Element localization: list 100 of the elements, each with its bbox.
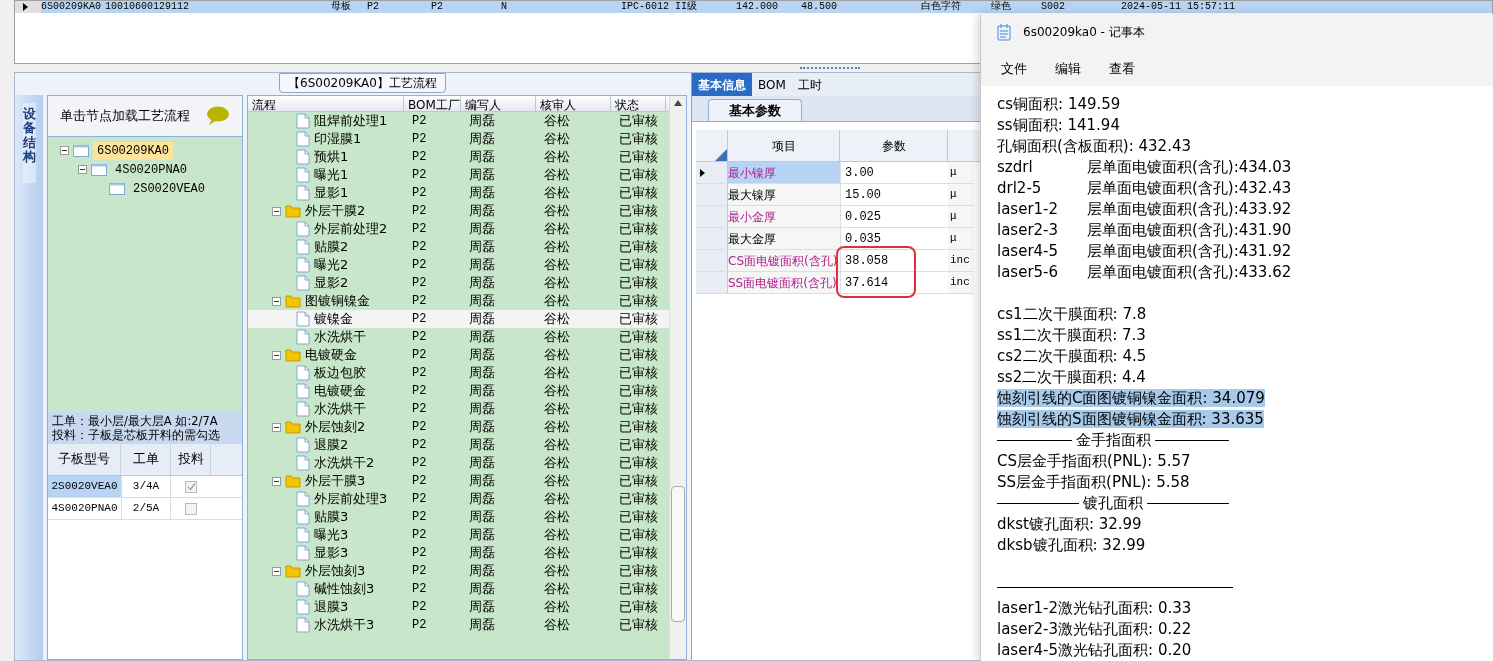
menu-item[interactable]: 编辑 [1043, 58, 1093, 79]
collapse-toggle[interactable] [272, 476, 281, 486]
process-row[interactable]: 镀镍金 P2 周磊 谷松 已审核 [248, 310, 669, 328]
menu-item[interactable]: 查看 [1097, 58, 1147, 79]
row-header[interactable] [15, 1, 41, 13]
value-cell[interactable]: 0.025 [840, 206, 948, 227]
item-cell[interactable]: 最大金厚 [728, 228, 840, 249]
tab[interactable]: 基本信息 [692, 73, 752, 96]
process-row[interactable]: 曝光2 P2 周磊 谷松 已审核 [248, 256, 669, 274]
side-tab[interactable]: 设备结构 [22, 103, 36, 183]
collapse-toggle[interactable] [272, 422, 281, 432]
tree-node[interactable]: 2S0020VEA0 [129, 179, 209, 198]
value-cell[interactable]: 37.614 [840, 272, 948, 293]
collapse-toggle[interactable] [272, 296, 281, 306]
process-row[interactable]: 阻焊前处理1 P2 周磊 谷松 已审核 [248, 112, 669, 130]
process-row[interactable]: 电镀硬金 P2 周磊 谷松 已审核 [248, 382, 669, 400]
item-cell[interactable]: SS面电镀面积(含孔) [728, 272, 840, 293]
parameter-row[interactable]: 最小金厚 0.025 μ [696, 206, 974, 228]
tab[interactable]: 工时 [791, 73, 828, 96]
process-row[interactable]: 图镀铜镍金 P2 周磊 谷松 已审核 [248, 292, 669, 310]
parameter-row[interactable]: CS面电镀面积(含孔) 38.058 inc [696, 250, 974, 272]
value-cell[interactable]: 3.00 [840, 162, 948, 183]
process-row[interactable]: 曝光3 P2 周磊 谷松 已审核 [248, 526, 669, 544]
section-heading: 镀孔面积 [1082, 493, 1144, 514]
collapse-toggle[interactable] [60, 146, 69, 155]
collapse-toggle[interactable] [78, 165, 87, 174]
checkbox[interactable] [185, 502, 197, 515]
process-row[interactable]: 水洗烘干2 P2 周磊 谷松 已审核 [248, 454, 669, 472]
process-row[interactable]: 电镀硬金 P2 周磊 谷松 已审核 [248, 346, 669, 364]
value-cell[interactable]: 15.00 [840, 184, 948, 205]
item-cell[interactable]: 最小金厚 [728, 206, 840, 227]
subtab[interactable]: 基本参数 [708, 99, 802, 121]
process-row[interactable]: 显影2 P2 周磊 谷松 已审核 [248, 274, 669, 292]
process-row[interactable]: 显影1 P2 周磊 谷松 已审核 [248, 184, 669, 202]
tree-node[interactable]: 4S0020PNA0 [111, 160, 191, 179]
column-header[interactable]: 编写人 [461, 96, 536, 111]
text-line: dkst镀孔面积: 32.99 [997, 515, 1142, 533]
column-header[interactable]: 项目 [728, 130, 840, 161]
tree-node[interactable]: 6S00209KA0 [93, 141, 173, 160]
parameter-row[interactable]: SS面电镀面积(含孔) 37.614 inc [696, 272, 974, 294]
process-row[interactable]: 显影3 P2 周磊 谷松 已审核 [248, 544, 669, 562]
column-header[interactable]: 工单 [121, 444, 171, 475]
process-row[interactable]: 印湿膜1 P2 周磊 谷松 已审核 [248, 130, 669, 148]
process-row[interactable]: 水洗烘干 P2 周磊 谷松 已审核 [248, 400, 669, 418]
process-row[interactable]: 退膜3 P2 周磊 谷松 已审核 [248, 598, 669, 616]
process-row[interactable]: 外层蚀刻2 P2 周磊 谷松 已审核 [248, 418, 669, 436]
text-line: laser1-2激光钻孔面积: 0.33 [997, 599, 1192, 617]
column-header[interactable]: 参数 [840, 130, 948, 161]
tab[interactable]: BOM [752, 73, 792, 96]
value-cell[interactable]: 38.058 [840, 250, 948, 271]
document-icon [296, 221, 310, 237]
step-name: 退膜2 [314, 436, 349, 455]
column-header[interactable]: 投料 [171, 444, 211, 475]
item-cell[interactable]: CS面电镀面积(含孔) [728, 250, 840, 271]
process-row[interactable]: 贴膜2 P2 周磊 谷松 已审核 [248, 238, 669, 256]
splitter-grip[interactable] [800, 66, 860, 70]
parameter-row[interactable]: 最大金厚 0.035 μ [696, 228, 974, 250]
process-row[interactable]: 水洗烘干 P2 周磊 谷松 已审核 [248, 328, 669, 346]
process-row[interactable]: 外层前处理3 P2 周磊 谷松 已审核 [248, 490, 669, 508]
process-row[interactable]: 板边包胶 P2 周磊 谷松 已审核 [248, 364, 669, 382]
process-row[interactable]: 贴膜3 P2 周磊 谷松 已审核 [248, 508, 669, 526]
column-header[interactable]: 子板型号 [48, 444, 121, 475]
row-header[interactable] [696, 162, 728, 183]
reviewer-cell-text: 谷松 [543, 148, 571, 167]
document-icon [296, 581, 310, 597]
process-row[interactable]: 外层干膜3 P2 周磊 谷松 已审核 [248, 472, 669, 490]
record-row[interactable]: 6S00209KA0 10010600129112 母板 P2 P2 N IPC-6012 II级 142.000 48.500 白色字符 绿色 S002 2024-05-11 15:57:11 [15, 1, 1492, 13]
process-row[interactable]: 曝光1 P2 周磊 谷松 已审核 [248, 166, 669, 184]
column-header[interactable]: 核审人 [536, 96, 611, 111]
writer-cell-text: 周磊 [468, 256, 496, 275]
column-header[interactable]: BOM工厂 [404, 96, 461, 111]
checkbox[interactable] [185, 480, 197, 493]
writer-cell-text: 周磊 [468, 526, 496, 545]
reviewer-cell-text: 谷松 [543, 382, 571, 401]
menu-item[interactable]: 文件 [989, 58, 1039, 79]
status-cell-text: 已审核 [618, 148, 659, 167]
scrollbar[interactable] [669, 96, 686, 659]
process-row[interactable]: 外层前处理2 P2 周磊 谷松 已审核 [248, 220, 669, 238]
parameter-row[interactable]: 最小镍厚 3.00 μ [696, 162, 974, 184]
item-cell[interactable]: 最小镍厚 [728, 162, 840, 183]
collapse-toggle[interactable] [272, 350, 281, 360]
process-row[interactable]: 碱性蚀刻3 P2 周磊 谷松 已审核 [248, 580, 669, 598]
column-header[interactable]: 状态 [611, 96, 666, 111]
process-row[interactable]: 预烘1 P2 周磊 谷松 已审核 [248, 148, 669, 166]
column-header[interactable]: 流程 [248, 96, 404, 111]
scroll-thumb[interactable] [671, 486, 685, 622]
unit-cell-text: inc [949, 253, 971, 269]
parameter-row[interactable]: 最大镍厚 15.00 μ [696, 184, 974, 206]
collapse-toggle[interactable] [272, 206, 281, 216]
item-cell[interactable]: 最大镍厚 [728, 184, 840, 205]
record-cell-text: S002 [1041, 2, 1066, 12]
process-row[interactable]: 退膜2 P2 周磊 谷松 已审核 [248, 436, 669, 454]
collapse-toggle[interactable] [272, 566, 281, 576]
model-cell[interactable]: 2S0020VEA0 [48, 476, 121, 497]
value-cell[interactable]: 0.035 [840, 228, 948, 249]
process-row[interactable]: 外层蚀刻3 P2 周磊 谷松 已审核 [248, 562, 669, 580]
model-cell[interactable]: 4S0020PNA0 [48, 498, 121, 519]
process-row[interactable]: 外层干膜2 P2 周磊 谷松 已审核 [248, 202, 669, 220]
process-row[interactable]: 水洗烘干3 P2 周磊 谷松 已审核 [248, 616, 669, 634]
scroll-up-icon[interactable] [674, 100, 682, 106]
